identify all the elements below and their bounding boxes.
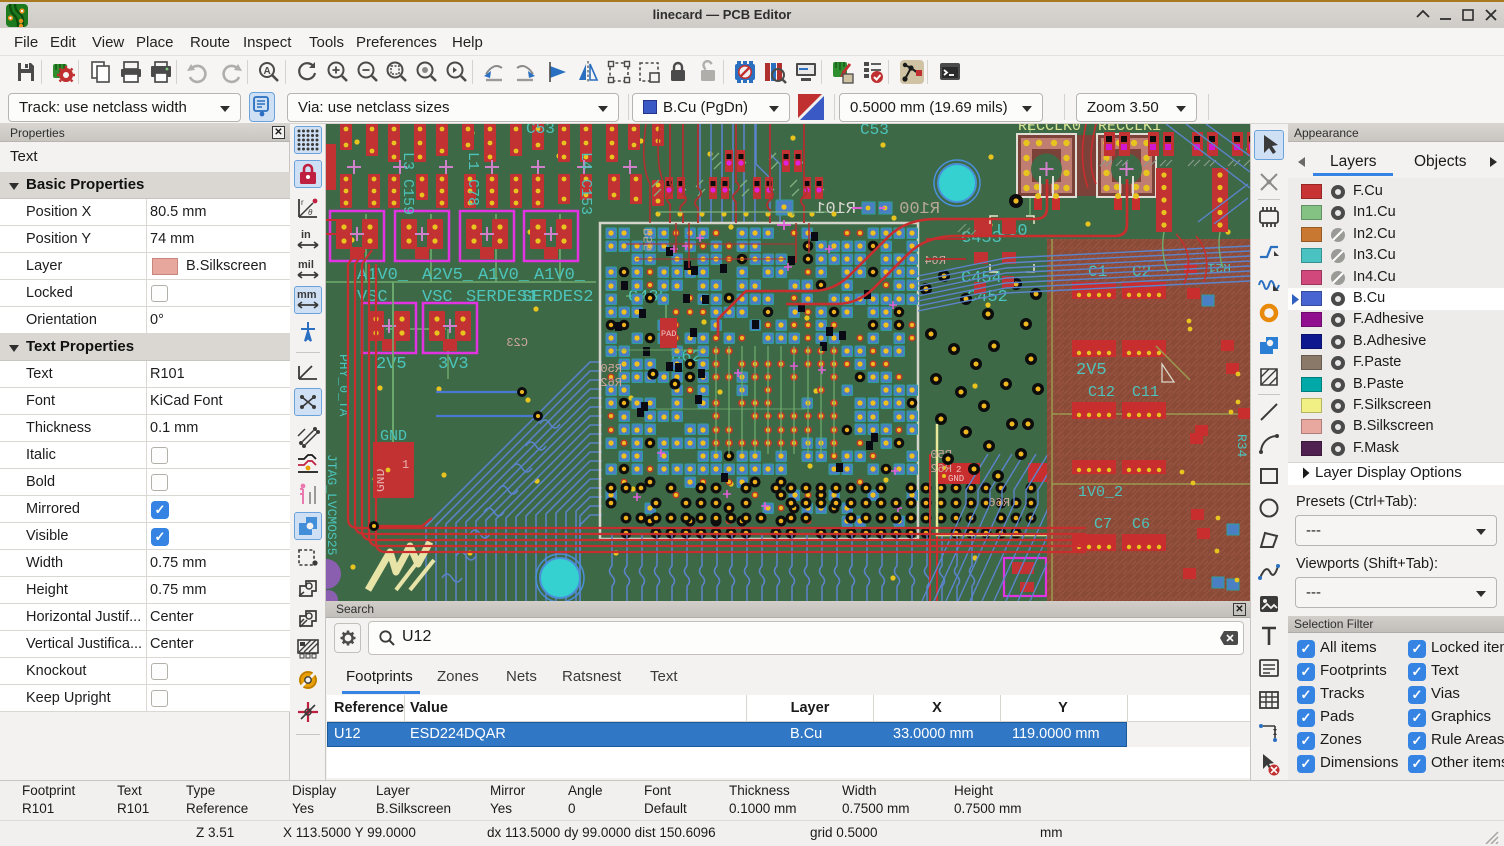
svg-text:C53: C53 [526,124,555,138]
svg-text:C53: C53 [860,124,889,139]
svg-text:in: in [301,229,311,241]
svg-text:R62: R62 [600,376,622,390]
svg-text:r: r [301,198,304,207]
svg-text:2V5: 2V5 [1076,361,1107,380]
svg-text:C23: C23 [506,336,528,350]
svg-text:R101: R101 [815,200,856,219]
svg-text:R55: R55 [641,228,656,251]
svg-text:PAD: PAD [661,329,676,339]
svg-text:C7: C7 [1094,516,1112,533]
svg-text:C6: C6 [1132,516,1150,533]
svg-text:mil: mil [298,259,314,271]
svg-text:1V0_2: 1V0_2 [1078,484,1123,501]
svg-text:A1V0_: A1V0_ [534,266,586,285]
svg-text:L3 C159: L3 C159 [399,152,416,215]
svg-text:A1V0_: A1V0_ [357,266,409,285]
svg-text:VSC: VSC [422,288,453,307]
svg-text:GND: GND [380,428,407,445]
svg-text:RECCLK0: RECCLK0 [1018,124,1081,135]
svg-text:R100: R100 [899,200,940,219]
svg-text:θ: θ [308,208,313,217]
svg-text:2V5: 2V5 [376,355,407,374]
svg-text:1: 1 [402,458,409,472]
svg-text:A: A [264,66,271,77]
svg-text:SERDES2: SERDES2 [522,288,593,307]
svg-text:R64: R64 [924,254,946,268]
svg-text:JTAG_LVCMOS25: JTAG_LVCMOS25 [326,454,339,555]
svg-text:C11: C11 [1132,384,1159,401]
svg-text:A1V0_: A1V0_ [478,266,530,285]
svg-text:A2V5_: A2V5_ [422,266,474,285]
svg-text:3V3: 3V3 [438,355,469,374]
svg-text:C12: C12 [1088,384,1115,401]
svg-text:L4 C153: L4 C153 [577,152,594,215]
svg-text:R34: R34 [1234,434,1249,458]
svg-text:R66: R66 [988,496,1010,510]
svg-text:mm: mm [297,289,317,301]
svg-text:R50: R50 [600,362,622,376]
svg-text:L1 C78: L1 C78 [464,152,481,206]
